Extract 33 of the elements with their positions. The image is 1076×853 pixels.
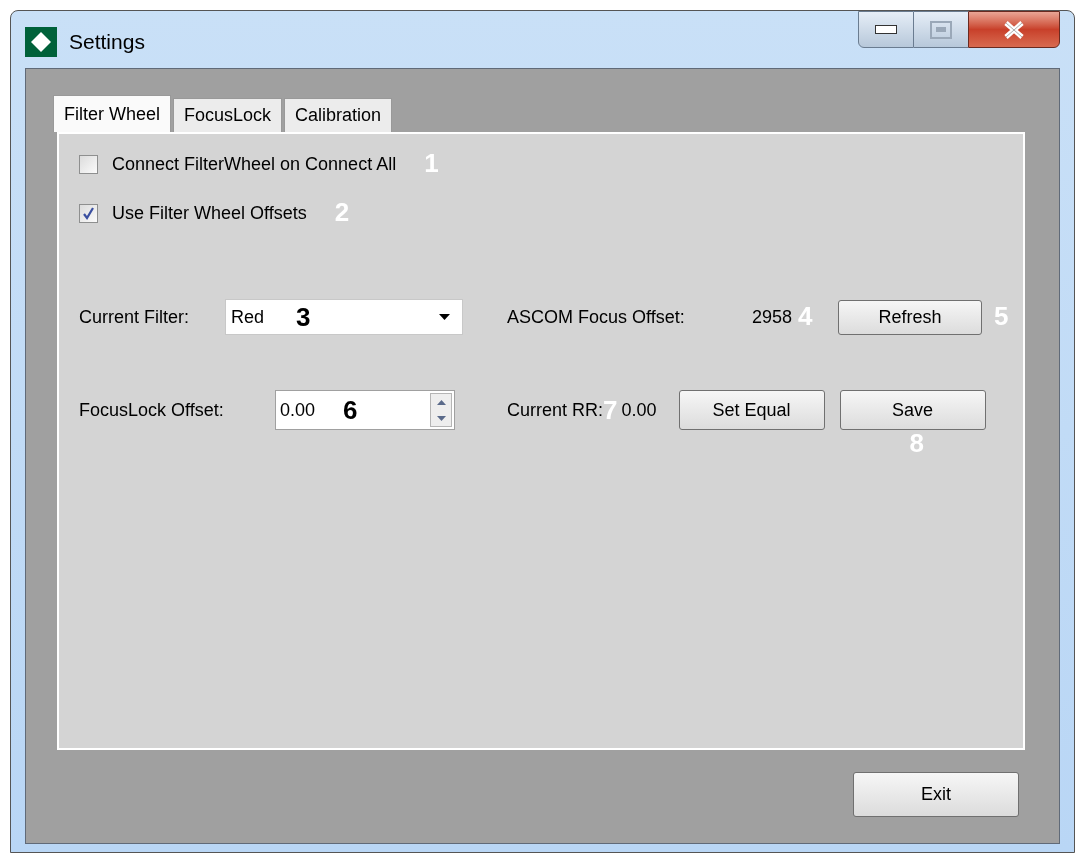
current-rr-value: 0.00: [621, 398, 657, 422]
refresh-button[interactable]: Refresh: [838, 299, 983, 335]
field-label: Current RR:: [507, 398, 604, 422]
callout-number: 3: [296, 304, 311, 330]
tab[interactable]: Calibration: [284, 98, 393, 132]
exit-button[interactable]: Exit: [853, 772, 1019, 817]
spin-value: 0.00: [280, 398, 316, 422]
save-button[interactable]: Save: [839, 390, 986, 430]
offset-spin-field[interactable]: 0.00 6: [275, 390, 455, 430]
close-button[interactable]: [968, 11, 1060, 48]
checkbox-label: Use Filter Wheel Offsets: [112, 202, 307, 225]
minimize-icon: [875, 25, 897, 34]
checkbox[interactable]: [79, 204, 98, 223]
dropdown-arrow-icon: [439, 314, 450, 320]
focus-offset-value: 2958: [752, 305, 793, 329]
tab[interactable]: Filter Wheel: [53, 95, 172, 132]
window-title: Settings: [69, 29, 145, 55]
checkbox-label: Connect FilterWheel on Connect All: [112, 153, 397, 176]
set-equal-button[interactable]: Set Equal: [678, 390, 825, 430]
dropdown-value: Red: [231, 305, 265, 329]
callout-number: 6: [343, 397, 358, 423]
maximize-button[interactable]: [914, 11, 968, 48]
filter-dropdown[interactable]: Red 3: [225, 299, 463, 335]
spin-arrows-icon[interactable]: [430, 393, 452, 427]
field-label: FocusLock Offset:: [79, 398, 225, 422]
minimize-button[interactable]: [858, 11, 914, 48]
check-icon: [82, 207, 95, 220]
tab[interactable]: FocusLock: [173, 98, 283, 132]
field-label: ASCOM Focus Offset:: [507, 305, 686, 329]
maximize-icon: [930, 20, 952, 39]
close-icon: [1003, 20, 1025, 39]
checkbox[interactable]: [79, 155, 98, 174]
field-label: Current Filter:: [79, 305, 191, 329]
